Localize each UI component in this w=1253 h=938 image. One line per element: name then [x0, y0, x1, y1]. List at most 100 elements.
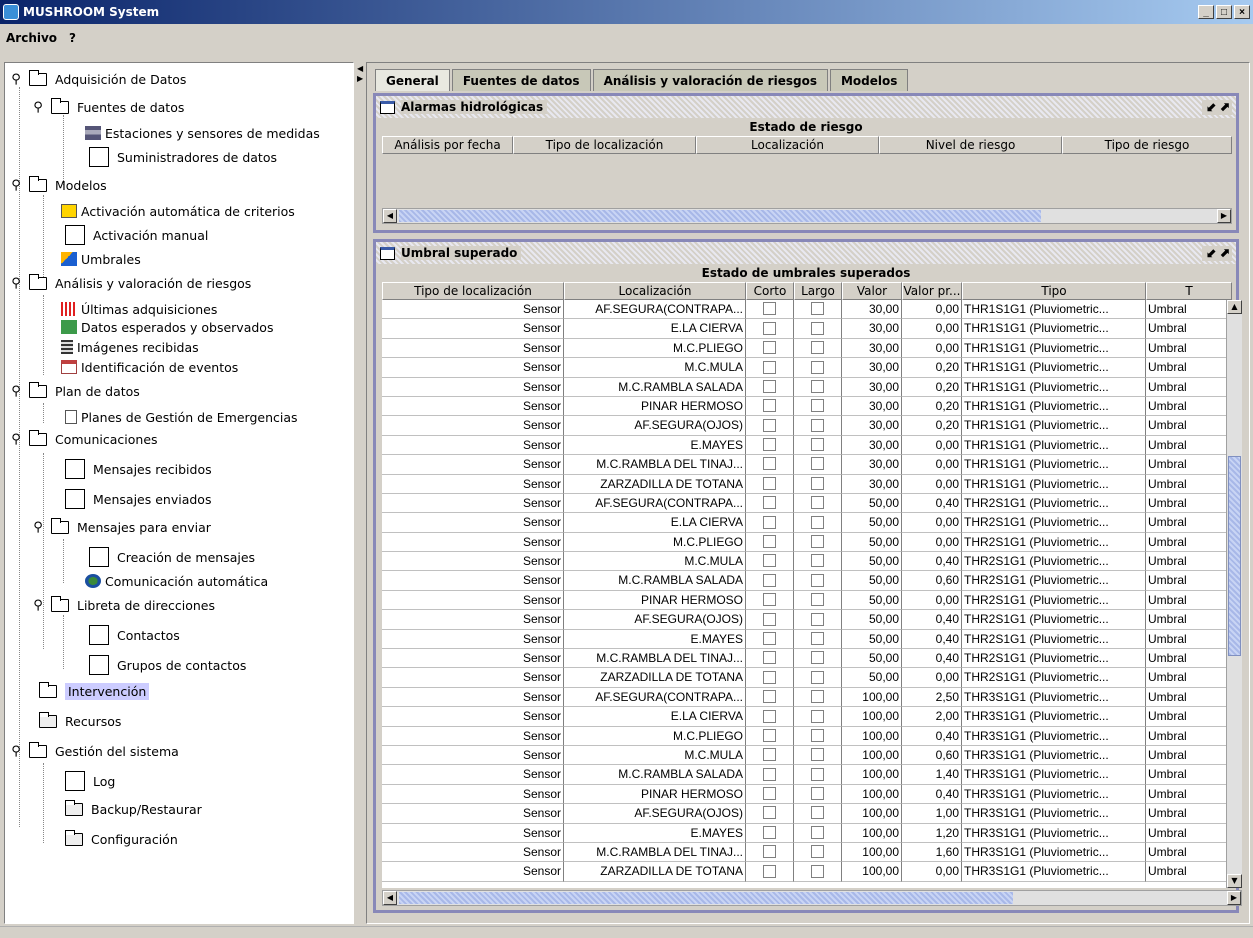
table-row[interactable]: Sensor AF.SEGURA(OJOS) 100,00 1,00 THR3S1G1 … [382, 804, 1226, 824]
table-row[interactable]: Sensor E.MAYES 50,00 0,40 THR2S1G1 (Pluviome… [382, 629, 1226, 650]
tree-node-log[interactable]: Log [65, 771, 115, 791]
column-header[interactable]: Tipo de localización [513, 136, 696, 154]
tab-modelos[interactable]: Modelos [829, 69, 909, 91]
table-row[interactable]: Sensor M.C.RAMBLA DEL TINAJ... 100,00 1,60 T… [382, 842, 1226, 863]
scroll-down-icon[interactable]: ▼ [1227, 874, 1242, 888]
checkbox[interactable] [811, 845, 824, 859]
table-row[interactable]: Sensor ZARZADILLA DE TOTANA 100,00 0,00 THR3… [382, 862, 1226, 882]
checkbox[interactable] [811, 515, 824, 529]
checkbox[interactable] [763, 806, 776, 820]
table-row[interactable]: Sensor M.C.PLIEGO 30,00 0,00 THR1S1G1 (Pluvi… [382, 338, 1226, 359]
scroll-thumb[interactable] [1228, 456, 1241, 656]
scroll-left-icon[interactable]: ◀ [383, 209, 397, 223]
checkbox[interactable] [811, 496, 824, 510]
expand-toggle-icon[interactable]: ⚲ [9, 744, 23, 759]
tree-node-com-auto[interactable]: Comunicación automática [85, 571, 268, 591]
checkbox[interactable] [763, 515, 776, 529]
checkbox[interactable] [763, 612, 776, 626]
checkbox[interactable] [811, 593, 824, 607]
tree-node-intervencion[interactable]: Intervención [39, 681, 150, 701]
column-header[interactable]: Localización [696, 136, 879, 154]
table-row[interactable]: Sensor M.C.RAMBLA DEL TINAJ... 50,00 0,40 TH… [382, 649, 1226, 669]
checkbox[interactable] [763, 457, 776, 471]
tree-node-modelos[interactable]: ⚲ Modelos [9, 175, 107, 195]
tree-node-configuracion[interactable]: Configuración [65, 829, 178, 849]
tab-general[interactable]: General [375, 69, 450, 91]
table-row[interactable]: Sensor M.C.PLIEGO 100,00 0,40 THR3S1G1 (Pluv… [382, 726, 1226, 746]
tree-node-comunicaciones[interactable]: ⚲ Comunicaciones [9, 429, 158, 449]
maximize-button[interactable]: □ [1216, 5, 1232, 19]
checkbox[interactable] [811, 457, 824, 471]
column-header[interactable]: Valor [842, 282, 902, 300]
menu-help[interactable]: ? [69, 31, 76, 45]
scroll-right-icon[interactable]: ▶ [1217, 209, 1231, 223]
checkbox[interactable] [811, 825, 824, 839]
table-row[interactable]: Sensor AF.SEGURA(CONTRAPA... 100,00 2,50 THR… [382, 687, 1226, 708]
tree-node-estaciones[interactable]: Estaciones y sensores de medidas [85, 123, 320, 143]
table-row[interactable]: Sensor PINAR HERMOSO 30,00 0,20 THR1S1G1 (Pl… [382, 396, 1226, 417]
checkbox[interactable] [811, 321, 824, 335]
tab-analisis[interactable]: Análisis y valoración de riesgos [592, 69, 828, 91]
panel-window-buttons[interactable]: ⬋⬈ [1202, 245, 1232, 261]
checkbox[interactable] [811, 631, 824, 645]
splitter-handle[interactable]: ◀ ▶ [356, 62, 366, 924]
panel-window-buttons[interactable]: ⬋⬈ [1202, 99, 1232, 115]
expand-toggle-icon[interactable]: ⚲ [9, 72, 23, 87]
checkbox[interactable] [763, 496, 776, 510]
checkbox[interactable] [763, 341, 776, 355]
scroll-right-icon[interactable]: ▶ [1227, 891, 1241, 905]
checkbox[interactable] [763, 845, 776, 859]
checkbox[interactable] [763, 573, 776, 587]
checkbox[interactable] [763, 728, 776, 742]
checkbox[interactable] [763, 593, 776, 607]
tree-node-recibidos[interactable]: Mensajes recibidos [65, 459, 212, 479]
checkbox[interactable] [763, 748, 776, 762]
tree-node-fuentes[interactable]: ⚲ Fuentes de datos [31, 97, 184, 117]
tree-node-activacion-auto[interactable]: Activación automática de criterios [61, 201, 295, 221]
checkbox[interactable] [811, 573, 824, 587]
checkbox[interactable] [811, 438, 824, 452]
checkbox[interactable] [811, 787, 824, 801]
expand-toggle-icon[interactable]: ⚲ [31, 520, 45, 535]
tree-node-esperados[interactable]: Datos esperados y observados [61, 317, 273, 337]
table-row[interactable]: Sensor M.C.MULA 30,00 0,20 THR1S1G1 (Pluviom… [382, 358, 1226, 378]
checkbox[interactable] [811, 399, 824, 413]
table-row[interactable]: Sensor M.C.PLIEGO 50,00 0,00 THR2S1G1 (Pluvi… [382, 532, 1226, 553]
checkbox[interactable] [763, 360, 776, 374]
tree-node-planes[interactable]: Planes de Gestión de Emergencias [65, 407, 298, 427]
column-header[interactable]: Tipo de riesgo [1062, 136, 1232, 154]
checkbox[interactable] [811, 864, 824, 878]
checkbox[interactable] [811, 690, 824, 704]
checkbox[interactable] [811, 535, 824, 549]
table-row[interactable]: Sensor M.C.MULA 100,00 0,60 THR3S1G1 (Pluvio… [382, 745, 1226, 766]
checkbox[interactable] [763, 476, 776, 490]
menu-archivo[interactable]: Archivo [6, 31, 57, 45]
checkbox[interactable] [763, 787, 776, 801]
checkbox[interactable] [811, 476, 824, 490]
close-button[interactable]: × [1234, 5, 1250, 19]
tree-node-analisis[interactable]: ⚲ Análisis y valoración de riesgos [9, 273, 251, 293]
column-header[interactable]: Tipo de localización [382, 282, 564, 300]
umbral-vscrollbar[interactable]: ▲ ▼ [1226, 300, 1242, 888]
checkbox[interactable] [763, 554, 776, 568]
column-header[interactable]: Análisis por fecha [382, 136, 513, 154]
checkbox[interactable] [811, 709, 824, 723]
table-row[interactable]: Sensor PINAR HERMOSO 50,00 0,00 THR2S1G1 (Pl… [382, 590, 1226, 611]
expand-toggle-icon[interactable]: ⚲ [31, 100, 45, 115]
tree-node-suministradores[interactable]: Suministradores de datos [89, 147, 277, 167]
tree-node-recursos[interactable]: Recursos [39, 711, 121, 731]
expand-toggle-icon[interactable]: ⚲ [9, 276, 23, 291]
checkbox[interactable] [811, 302, 824, 316]
tree-node-gestion[interactable]: ⚲ Gestión del sistema [9, 741, 179, 761]
table-row[interactable]: Sensor AF.SEGURA(OJOS) 50,00 0,40 THR2S1G1 (… [382, 610, 1226, 630]
expand-toggle-icon[interactable]: ⚲ [9, 432, 23, 447]
checkbox[interactable] [763, 670, 776, 684]
tree-node-creacion[interactable]: Creación de mensajes [89, 547, 255, 567]
checkbox[interactable] [811, 806, 824, 820]
checkbox[interactable] [763, 690, 776, 704]
checkbox[interactable] [763, 651, 776, 665]
table-row[interactable]: Sensor PINAR HERMOSO 100,00 0,40 THR3S1G1 (P… [382, 784, 1226, 805]
scroll-thumb[interactable] [399, 892, 1013, 904]
tree-node-umbrales[interactable]: Umbrales [61, 249, 141, 269]
checkbox[interactable] [811, 360, 824, 374]
